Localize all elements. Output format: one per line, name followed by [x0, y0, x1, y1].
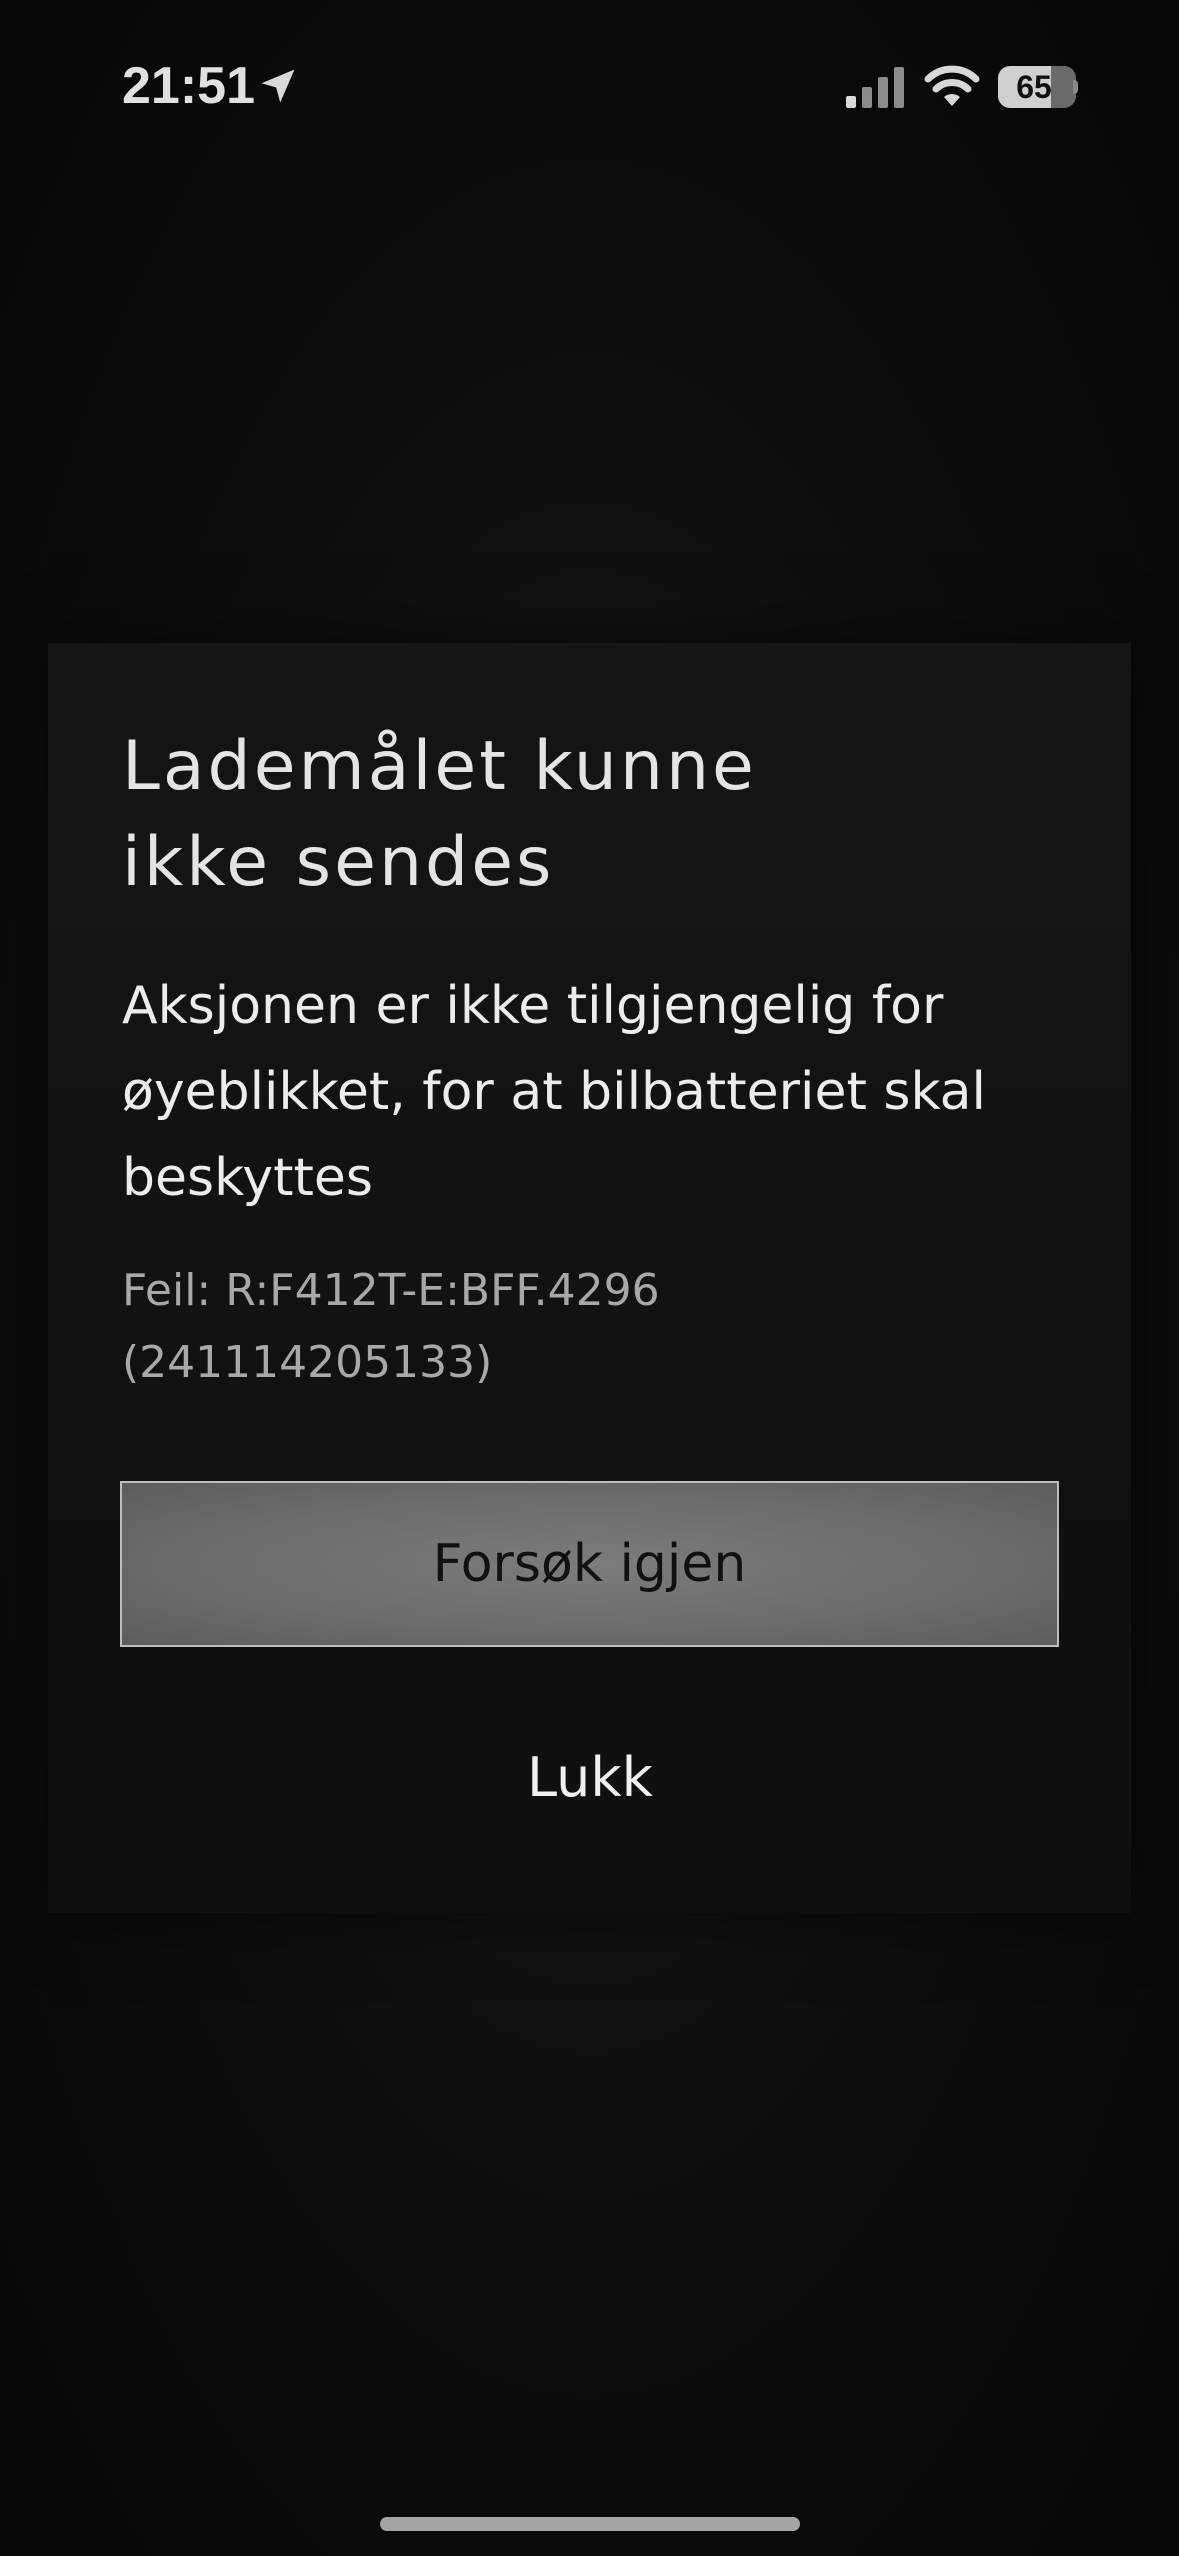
home-indicator[interactable] — [380, 2517, 800, 2531]
battery-tip — [1073, 80, 1078, 94]
status-time: 21:51 — [122, 57, 255, 115]
dialog-message: Aksjonen er ikke tilgjengelig for øyebli… — [122, 976, 986, 1208]
battery-level: 65 — [1016, 69, 1052, 105]
error-dialog: Lademålet kunne ikke sendes Aksjonen er … — [48, 643, 1131, 1913]
dialog-title-line-2: ikke sendes — [122, 823, 555, 902]
location-arrow-icon — [261, 69, 295, 103]
status-bar: 21:51 65 — [0, 0, 1179, 170]
battery-icon: 65 — [998, 66, 1078, 108]
cellular-signal-icon — [846, 67, 904, 108]
close-button[interactable]: Lukk — [420, 1723, 760, 1833]
retry-button[interactable]: Forsøk igjen — [120, 1481, 1059, 1647]
dialog-title: Lademålet kunne ikke sendes — [122, 719, 1022, 911]
error-details: Feil: R:F412T-E:BFF.4296 (241114205133) — [122, 1255, 1022, 1399]
error-code: Feil: R:F412T-E:BFF.4296 — [122, 1265, 660, 1316]
dialog-title-line-1: Lademålet kunne — [122, 727, 757, 806]
error-id: (241114205133) — [122, 1337, 493, 1388]
wifi-icon — [924, 65, 980, 106]
